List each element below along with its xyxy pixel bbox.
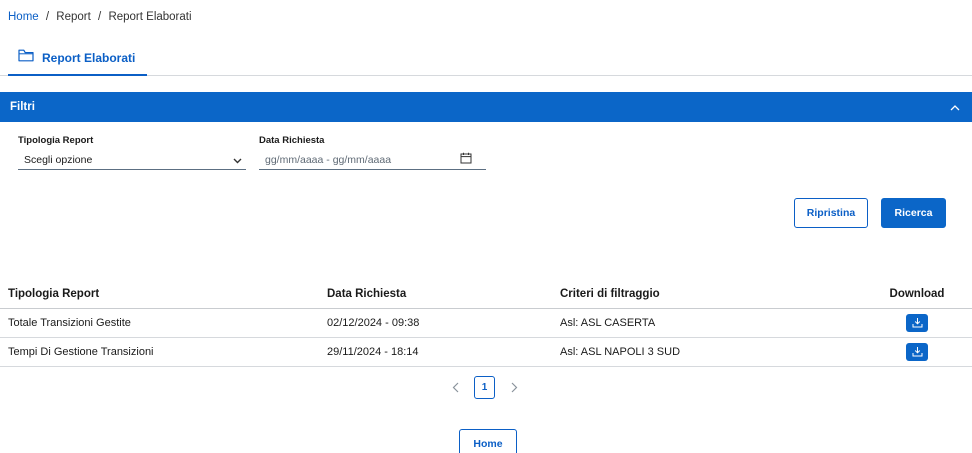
results-table: Tipologia Report Data Richiesta Criteri … xyxy=(0,280,972,367)
cell-download xyxy=(862,337,972,367)
breadcrumb-current: Report Elaborati xyxy=(108,11,192,23)
chevron-up-icon[interactable] xyxy=(948,100,962,114)
data-richiesta-input[interactable]: gg/mm/aaaa - gg/mm/aaaa xyxy=(259,150,486,170)
chevron-right-icon[interactable] xyxy=(507,381,521,395)
column-header-download: Download xyxy=(862,280,972,309)
table-header-row: Tipologia Report Data Richiesta Criteri … xyxy=(0,280,972,309)
tab-label: Report Elaborati xyxy=(42,51,136,65)
ricerca-button[interactable]: Ricerca xyxy=(881,198,946,228)
cell-tipologia: Totale Transizioni Gestite xyxy=(0,308,300,338)
breadcrumb-report: Report xyxy=(56,11,91,23)
chevron-down-icon xyxy=(233,151,242,169)
home-button[interactable]: Home xyxy=(459,429,517,453)
breadcrumb: Home / Report / Report Elaborati xyxy=(8,11,192,23)
column-header-tipologia: Tipologia Report xyxy=(0,280,300,309)
column-header-data: Data Richiesta xyxy=(300,280,532,309)
pagination: 1 xyxy=(448,376,521,399)
download-button[interactable] xyxy=(906,342,928,361)
cell-download xyxy=(862,308,972,338)
tab-report-elaborati[interactable]: Report Elaborati xyxy=(8,42,148,76)
column-header-criteri: Criteri di filtraggio xyxy=(532,280,862,309)
cell-tipologia: Tempi Di Gestione Transizioni xyxy=(0,337,300,367)
breadcrumb-home-link[interactable]: Home xyxy=(8,11,39,23)
chevron-left-icon[interactable] xyxy=(448,381,462,395)
tipologia-report-label: Tipologia Report xyxy=(18,135,94,146)
cell-criteri: Asl: ASL CASERTA xyxy=(532,308,862,338)
page-1-button[interactable]: 1 xyxy=(474,376,495,399)
data-richiesta-label: Data Richiesta xyxy=(259,135,325,146)
tipologia-report-value: Scegli opzione xyxy=(24,153,93,166)
breadcrumb-separator: / xyxy=(45,11,50,23)
breadcrumb-separator: / xyxy=(98,11,102,23)
tab-bar: Report Elaborati xyxy=(0,42,972,76)
cell-data: 02/12/2024 - 09:38 xyxy=(300,308,532,338)
ripristina-button[interactable]: Ripristina xyxy=(794,198,868,228)
data-richiesta-placeholder: gg/mm/aaaa - gg/mm/aaaa xyxy=(265,153,392,166)
cell-criteri: Asl: ASL NAPOLI 3 SUD xyxy=(532,337,862,367)
download-button[interactable] xyxy=(906,313,928,332)
calendar-icon[interactable] xyxy=(460,151,472,169)
table-row: Tempi Di Gestione Transizioni 29/11/2024… xyxy=(0,337,972,367)
tipologia-report-select[interactable]: Scegli opzione xyxy=(18,150,246,170)
filters-title: Filtri xyxy=(10,101,35,113)
cell-data: 29/11/2024 - 18:14 xyxy=(300,337,532,367)
filters-accordion-header[interactable]: Filtri xyxy=(0,92,972,122)
tipologia-report-field: Tipologia Report Scegli opzione xyxy=(18,135,246,170)
data-richiesta-field: Data Richiesta gg/mm/aaaa - gg/mm/aaaa xyxy=(259,135,486,170)
download-icon xyxy=(912,318,922,328)
table-row: Totale Transizioni Gestite 02/12/2024 - … xyxy=(0,308,972,338)
download-icon xyxy=(912,347,922,357)
folder-icon xyxy=(18,49,34,67)
